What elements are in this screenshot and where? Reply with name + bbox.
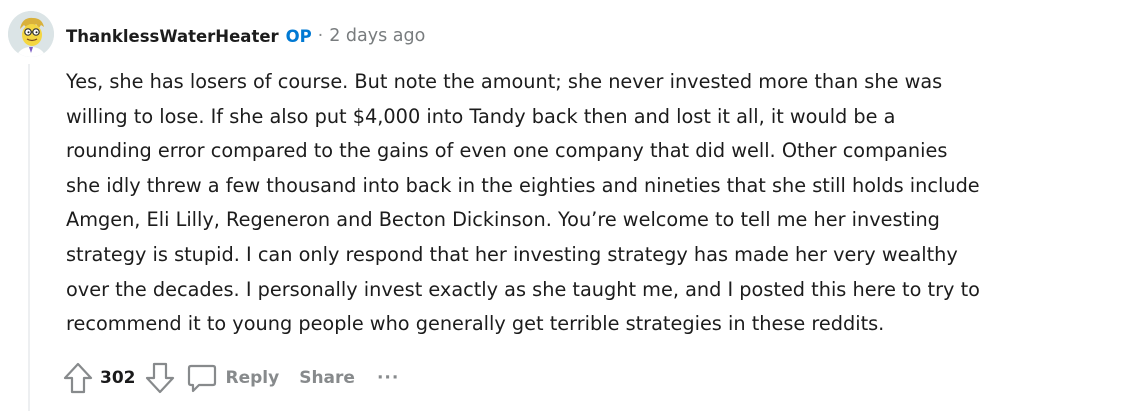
comment-body-line: rounding error compared to the gains of … [66, 139, 948, 163]
comment-body-line: strategy is stupid. I can only respond t… [66, 242, 958, 266]
comment-actions: 302 Reply Share ··· [60, 360, 399, 396]
timestamp[interactable]: 2 days ago [329, 26, 425, 46]
share-button[interactable]: Share [299, 368, 355, 388]
author-name[interactable]: ThanklessWaterHeater [66, 27, 279, 46]
comment-body-line: she idly threw a few thousand into back … [66, 173, 980, 197]
upvote-arrow-icon[interactable] [60, 360, 96, 396]
comment: ThanklessWaterHeater OP · 2 days ago Yes… [0, 0, 1122, 411]
more-options-icon[interactable]: ··· [377, 368, 399, 388]
comment-body-line: recommend it to young people who general… [66, 312, 885, 336]
reply-label: Reply [225, 368, 280, 388]
comment-body-line: willing to lose. If she also put $4,000 … [66, 104, 896, 128]
avatar-icon[interactable] [8, 11, 54, 57]
speech-bubble-icon [184, 360, 220, 396]
reply-button[interactable]: Reply [184, 360, 280, 396]
comment-body-line: Yes, she has losers of course. But note … [66, 70, 943, 93]
comment-body-line: Amgen, Eli Lilly, Regeneron and Becton D… [66, 208, 940, 232]
thread-line[interactable] [28, 64, 30, 411]
downvote-arrow-icon[interactable] [142, 360, 178, 396]
op-badge: OP [285, 26, 312, 46]
meta-separator: · [317, 26, 324, 46]
vote-score: 302 [100, 368, 136, 388]
comment-body: Yes, she has losers of course. But note … [66, 65, 1106, 342]
comment-body-line: over the decades. I personally invest ex… [66, 277, 980, 301]
comment-meta: ThanklessWaterHeater OP · 2 days ago [66, 24, 425, 48]
